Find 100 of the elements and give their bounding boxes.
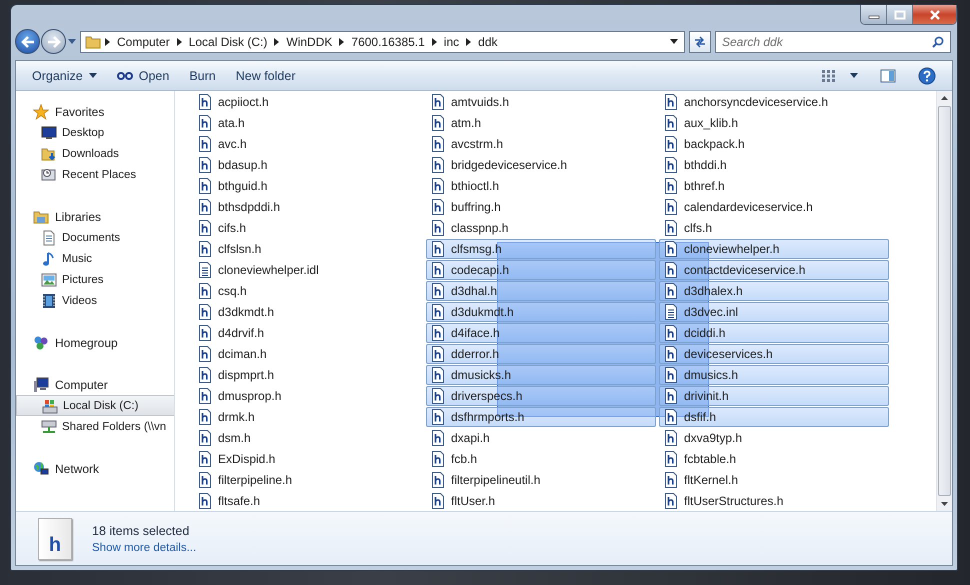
file-item[interactable]: filterpipeline.h: [193, 470, 423, 490]
sidebar-item[interactable]: Homegroup: [16, 332, 174, 353]
file-item[interactable]: clfslsn.h: [193, 239, 423, 259]
scroll-up-icon[interactable]: [941, 96, 948, 100]
sidebar-item[interactable]: Computer: [16, 374, 174, 395]
file-item[interactable]: bthioctl.h: [426, 176, 656, 196]
file-item[interactable]: d3dhal.h: [426, 281, 656, 301]
sidebar-item[interactable]: Favorites: [16, 101, 174, 122]
sidebar-item[interactable]: Recent Places: [16, 164, 174, 185]
file-item[interactable]: filterpipelineutil.h: [426, 470, 656, 490]
scroll-thumb[interactable]: [938, 106, 951, 496]
breadcrumb[interactable]: Computer: [117, 34, 170, 48]
close-button[interactable]: [913, 5, 956, 24]
file-item[interactable]: d3dukmdt.h: [426, 302, 656, 322]
file-item[interactable]: buffring.h: [426, 197, 656, 217]
caret-icon[interactable]: [850, 73, 858, 78]
file-item[interactable]: fltKernel.h: [659, 470, 889, 490]
file-item[interactable]: dciddi.h: [659, 323, 889, 343]
file-item[interactable]: calendardeviceservice.h: [659, 197, 889, 217]
scrollbar[interactable]: [936, 91, 952, 511]
file-item[interactable]: d4iface.h: [426, 323, 656, 343]
sidebar-item[interactable]: Documents: [16, 227, 174, 248]
breadcrumb[interactable]: 7600.16385.1: [351, 34, 425, 48]
file-item[interactable]: dsm.h: [193, 428, 423, 448]
breadcrumb[interactable]: Local Disk (C:): [188, 34, 268, 48]
file-item[interactable]: cloneviewhelper.idl: [193, 260, 423, 280]
file-item[interactable]: csq.h: [193, 281, 423, 301]
file-item[interactable]: fltUserStructures.h: [659, 491, 889, 511]
file-item[interactable]: dispmprt.h: [193, 365, 423, 385]
file-item[interactable]: fltUser.h: [426, 491, 656, 511]
file-item[interactable]: codecapi.h: [426, 260, 656, 280]
file-item[interactable]: d3dkmdt.h: [193, 302, 423, 322]
file-item[interactable]: dxapi.h: [426, 428, 656, 448]
sidebar-item[interactable]: Pictures: [16, 269, 174, 290]
file-item[interactable]: bthddi.h: [659, 155, 889, 175]
maximize-button[interactable]: [887, 5, 913, 24]
sidebar-item[interactable]: Videos: [16, 290, 174, 311]
show-more-details-link[interactable]: Show more details...: [92, 542, 196, 554]
open-button[interactable]: Open: [108, 66, 178, 86]
search-icon[interactable]: [932, 36, 944, 48]
file-item[interactable]: contactdeviceservice.h: [659, 260, 889, 280]
file-item[interactable]: bthsdpddi.h: [193, 197, 423, 217]
file-item[interactable]: driverspecs.h: [426, 386, 656, 406]
search-field[interactable]: Search ddk: [715, 30, 951, 52]
file-item[interactable]: atm.h: [426, 113, 656, 133]
file-item[interactable]: dderror.h: [426, 344, 656, 364]
file-item[interactable]: avc.h: [193, 134, 423, 154]
file-item[interactable]: bthref.h: [659, 176, 889, 196]
file-item[interactable]: d3dhalex.h: [659, 281, 889, 301]
file-item[interactable]: ExDispid.h: [193, 449, 423, 469]
file-item[interactable]: dmusics.h: [659, 365, 889, 385]
file-item[interactable]: dxva9typ.h: [659, 428, 889, 448]
sidebar-item[interactable]: Music: [16, 248, 174, 269]
sidebar-item[interactable]: Network: [16, 458, 174, 479]
file-item[interactable]: dciman.h: [193, 344, 423, 364]
sidebar-item[interactable]: Downloads: [16, 143, 174, 164]
file-item[interactable]: drmk.h: [193, 407, 423, 427]
sidebar-item[interactable]: Local Disk (C:): [16, 395, 174, 416]
file-item[interactable]: clfsmsg.h: [426, 239, 656, 259]
file-item[interactable]: anchorsyncdeviceservice.h: [659, 92, 889, 112]
file-item[interactable]: drivinit.h: [659, 386, 889, 406]
forward-button[interactable]: [41, 29, 66, 54]
caret-icon[interactable]: [670, 39, 678, 44]
breadcrumb[interactable]: WinDDK: [286, 34, 332, 48]
scroll-down-icon[interactable]: [941, 502, 948, 506]
organize-menu[interactable]: Organize: [24, 66, 105, 86]
file-item[interactable]: ata.h: [193, 113, 423, 133]
sidebar-item[interactable]: Libraries: [16, 206, 174, 227]
file-item[interactable]: amtvuids.h: [426, 92, 656, 112]
file-item[interactable]: dmusprop.h: [193, 386, 423, 406]
sidebar-item[interactable]: Desktop: [16, 122, 174, 143]
file-item[interactable]: acpiioct.h: [193, 92, 423, 112]
file-item[interactable]: bdasup.h: [193, 155, 423, 175]
minimize-button[interactable]: [861, 5, 887, 24]
file-item[interactable]: bridgedeviceservice.h: [426, 155, 656, 175]
file-item[interactable]: dsfhrmports.h: [426, 407, 656, 427]
breadcrumb[interactable]: ddk: [478, 34, 498, 48]
sidebar-item[interactable]: Shared Folders (\\vn: [16, 416, 174, 437]
file-item[interactable]: avcstrm.h: [426, 134, 656, 154]
file-item[interactable]: deviceservices.h: [659, 344, 889, 364]
file-item[interactable]: d3dvec.inl: [659, 302, 889, 322]
file-item[interactable]: fcbtable.h: [659, 449, 889, 469]
file-item[interactable]: cloneviewhelper.h: [659, 239, 889, 259]
file-item[interactable]: aux_klib.h: [659, 113, 889, 133]
history-caret-icon[interactable]: [68, 39, 76, 44]
file-item[interactable]: fltsafe.h: [193, 491, 423, 511]
refresh-button[interactable]: [689, 30, 711, 52]
file-item[interactable]: fcb.h: [426, 449, 656, 469]
file-item[interactable]: backpack.h: [659, 134, 889, 154]
file-item[interactable]: cifs.h: [193, 218, 423, 238]
file-item[interactable]: bthguid.h: [193, 176, 423, 196]
file-item[interactable]: classpnp.h: [426, 218, 656, 238]
breadcrumb[interactable]: inc: [444, 34, 460, 48]
toolbar-button[interactable]: Burn: [181, 66, 224, 86]
file-item[interactable]: d4drvif.h: [193, 323, 423, 343]
toolbar-button[interactable]: New folder: [228, 66, 304, 86]
file-item[interactable]: clfs.h: [659, 218, 889, 238]
back-button[interactable]: [15, 29, 40, 54]
address-bar[interactable]: Computer Local Disk (C:) WinDDK 7600.16385.1 inc ddk: [80, 30, 685, 52]
file-item[interactable]: dmusicks.h: [426, 365, 656, 385]
